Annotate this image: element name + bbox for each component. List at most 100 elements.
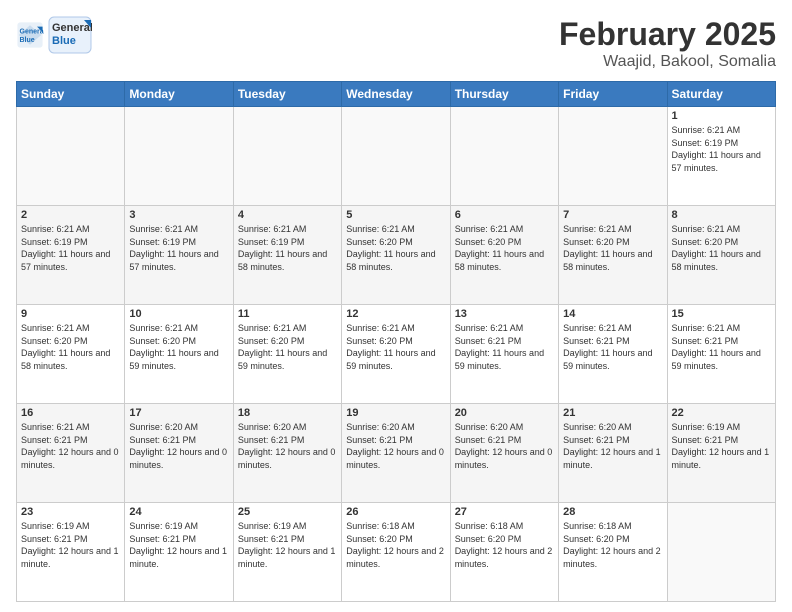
title-block: February 2025 Waajid, Bakool, Somalia [559, 16, 776, 71]
month-year-title: February 2025 [559, 16, 776, 53]
calendar-cell: 18 Sunrise: 6:20 AM Sunset: 6:21 PM Dayli… [233, 404, 341, 503]
day-number: 14 [563, 308, 662, 320]
day-number: 21 [563, 407, 662, 419]
day-info: Sunrise: 6:21 AM Sunset: 6:20 PM Dayligh… [21, 322, 120, 372]
day-number: 12 [346, 308, 445, 320]
calendar-cell: 27 Sunrise: 6:18 AM Sunset: 6:20 PM Dayli… [450, 503, 558, 602]
day-info: Sunrise: 6:21 AM Sunset: 6:19 PM Dayligh… [129, 223, 228, 273]
calendar-cell: 2 Sunrise: 6:21 AM Sunset: 6:19 PM Daylig… [17, 206, 125, 305]
calendar-cell: 20 Sunrise: 6:20 AM Sunset: 6:21 PM Dayli… [450, 404, 558, 503]
calendar-cell: 16 Sunrise: 6:21 AM Sunset: 6:21 PM Dayli… [17, 404, 125, 503]
logo-icon: General Blue [16, 21, 44, 49]
day-info: Sunrise: 6:21 AM Sunset: 6:20 PM Dayligh… [672, 223, 771, 273]
day-number: 17 [129, 407, 228, 419]
col-thursday: Thursday [450, 82, 558, 107]
page: General Blue General Blue February 2025 … [0, 0, 792, 612]
calendar-cell: 28Sunrise: 6:18 AM Sunset: 6:20 PM Dayli… [559, 503, 667, 602]
day-number: 11 [238, 308, 337, 320]
day-info: Sunrise: 6:21 AM Sunset: 6:21 PM Dayligh… [672, 322, 771, 372]
header: General Blue General Blue February 2025 … [16, 16, 776, 71]
calendar-cell [450, 107, 558, 206]
day-info: Sunrise: 6:18 AM Sunset: 6:20 PM Dayligh… [455, 520, 554, 570]
calendar-cell [17, 107, 125, 206]
day-number: 16 [21, 407, 120, 419]
day-info: Sunrise: 6:20 AM Sunset: 6:21 PM Dayligh… [346, 421, 445, 471]
calendar-week-4: 16 Sunrise: 6:21 AM Sunset: 6:21 PM Dayli… [17, 404, 776, 503]
day-info: Sunrise: 6:21 AM Sunset: 6:20 PM Dayligh… [563, 223, 662, 273]
day-number: 25 [238, 506, 337, 518]
day-info: Sunrise: 6:18 AM Sunset: 6:20 PM Dayligh… [563, 520, 662, 570]
day-number: 10 [129, 308, 228, 320]
day-number: 15 [672, 308, 771, 320]
calendar-cell: 4 Sunrise: 6:21 AM Sunset: 6:19 PM Daylig… [233, 206, 341, 305]
col-friday: Friday [559, 82, 667, 107]
day-number: 23 [21, 506, 120, 518]
col-monday: Monday [125, 82, 233, 107]
day-info: Sunrise: 6:21 AM Sunset: 6:20 PM Dayligh… [455, 223, 554, 273]
svg-text:Blue: Blue [52, 35, 76, 47]
day-number: 18 [238, 407, 337, 419]
day-info: Sunrise: 6:21 AM Sunset: 6:20 PM Dayligh… [129, 322, 228, 372]
calendar-cell [559, 107, 667, 206]
calendar-week-5: 23 Sunrise: 6:19 AM Sunset: 6:21 PM Dayli… [17, 503, 776, 602]
day-info: Sunrise: 6:20 AM Sunset: 6:21 PM Dayligh… [238, 421, 337, 471]
calendar-week-3: 9Sunrise: 6:21 AM Sunset: 6:20 PM Daylig… [17, 305, 776, 404]
day-info: Sunrise: 6:20 AM Sunset: 6:21 PM Dayligh… [129, 421, 228, 471]
calendar-cell [667, 503, 775, 602]
col-tuesday: Tuesday [233, 82, 341, 107]
day-number: 27 [455, 506, 554, 518]
calendar-cell: 21 Sunrise: 6:20 AM Sunset: 6:21 PM Dayli… [559, 404, 667, 503]
col-wednesday: Wednesday [342, 82, 450, 107]
day-number: 24 [129, 506, 228, 518]
calendar-cell: 13 Sunrise: 6:21 AM Sunset: 6:21 PM Dayli… [450, 305, 558, 404]
calendar-cell: 10 Sunrise: 6:21 AM Sunset: 6:20 PM Dayli… [125, 305, 233, 404]
day-number: 4 [238, 209, 337, 221]
logo: General Blue General Blue [16, 16, 92, 54]
calendar-cell: 26Sunrise: 6:18 AM Sunset: 6:20 PM Dayli… [342, 503, 450, 602]
day-info: Sunrise: 6:19 AM Sunset: 6:21 PM Dayligh… [672, 421, 771, 471]
calendar-table: Sunday Monday Tuesday Wednesday Thursday… [16, 81, 776, 602]
calendar-cell: 22 Sunrise: 6:19 AM Sunset: 6:21 PM Dayli… [667, 404, 775, 503]
calendar-cell: 8Sunrise: 6:21 AM Sunset: 6:20 PM Daylig… [667, 206, 775, 305]
calendar-cell: 23 Sunrise: 6:19 AM Sunset: 6:21 PM Dayli… [17, 503, 125, 602]
calendar-cell: 14 Sunrise: 6:21 AM Sunset: 6:21 PM Dayli… [559, 305, 667, 404]
day-number: 13 [455, 308, 554, 320]
calendar-week-2: 2 Sunrise: 6:21 AM Sunset: 6:19 PM Daylig… [17, 206, 776, 305]
day-number: 22 [672, 407, 771, 419]
calendar-cell: 6 Sunrise: 6:21 AM Sunset: 6:20 PM Daylig… [450, 206, 558, 305]
day-number: 20 [455, 407, 554, 419]
day-number: 3 [129, 209, 228, 221]
location-subtitle: Waajid, Bakool, Somalia [559, 53, 776, 71]
day-number: 1 [672, 110, 771, 122]
calendar-cell [125, 107, 233, 206]
calendar-cell: 5Sunrise: 6:21 AM Sunset: 6:20 PM Daylig… [342, 206, 450, 305]
calendar-cell: 24Sunrise: 6:19 AM Sunset: 6:21 PM Dayli… [125, 503, 233, 602]
day-number: 19 [346, 407, 445, 419]
day-info: Sunrise: 6:21 AM Sunset: 6:20 PM Dayligh… [346, 223, 445, 273]
svg-text:General: General [52, 22, 92, 34]
day-info: Sunrise: 6:20 AM Sunset: 6:21 PM Dayligh… [455, 421, 554, 471]
day-info: Sunrise: 6:19 AM Sunset: 6:21 PM Dayligh… [21, 520, 120, 570]
calendar-cell [342, 107, 450, 206]
day-info: Sunrise: 6:21 AM Sunset: 6:21 PM Dayligh… [455, 322, 554, 372]
calendar-cell [233, 107, 341, 206]
col-sunday: Sunday [17, 82, 125, 107]
day-info: Sunrise: 6:21 AM Sunset: 6:19 PM Dayligh… [672, 124, 771, 174]
day-info: Sunrise: 6:20 AM Sunset: 6:21 PM Dayligh… [563, 421, 662, 471]
day-info: Sunrise: 6:21 AM Sunset: 6:19 PM Dayligh… [21, 223, 120, 273]
day-info: Sunrise: 6:21 AM Sunset: 6:19 PM Dayligh… [238, 223, 337, 273]
calendar-week-1: 1 Sunrise: 6:21 AM Sunset: 6:19 PM Daylig… [17, 107, 776, 206]
header-row: Sunday Monday Tuesday Wednesday Thursday… [17, 82, 776, 107]
day-number: 26 [346, 506, 445, 518]
day-number: 2 [21, 209, 120, 221]
calendar-cell: 11Sunrise: 6:21 AM Sunset: 6:20 PM Dayli… [233, 305, 341, 404]
calendar-body: 1 Sunrise: 6:21 AM Sunset: 6:19 PM Daylig… [17, 107, 776, 602]
day-info: Sunrise: 6:19 AM Sunset: 6:21 PM Dayligh… [238, 520, 337, 570]
calendar-cell: 9Sunrise: 6:21 AM Sunset: 6:20 PM Daylig… [17, 305, 125, 404]
calendar-cell: 3 Sunrise: 6:21 AM Sunset: 6:19 PM Daylig… [125, 206, 233, 305]
day-info: Sunrise: 6:21 AM Sunset: 6:21 PM Dayligh… [21, 421, 120, 471]
svg-text:Blue: Blue [20, 37, 35, 44]
calendar-cell: 17 Sunrise: 6:20 AM Sunset: 6:21 PM Dayli… [125, 404, 233, 503]
day-number: 6 [455, 209, 554, 221]
day-info: Sunrise: 6:21 AM Sunset: 6:21 PM Dayligh… [563, 322, 662, 372]
